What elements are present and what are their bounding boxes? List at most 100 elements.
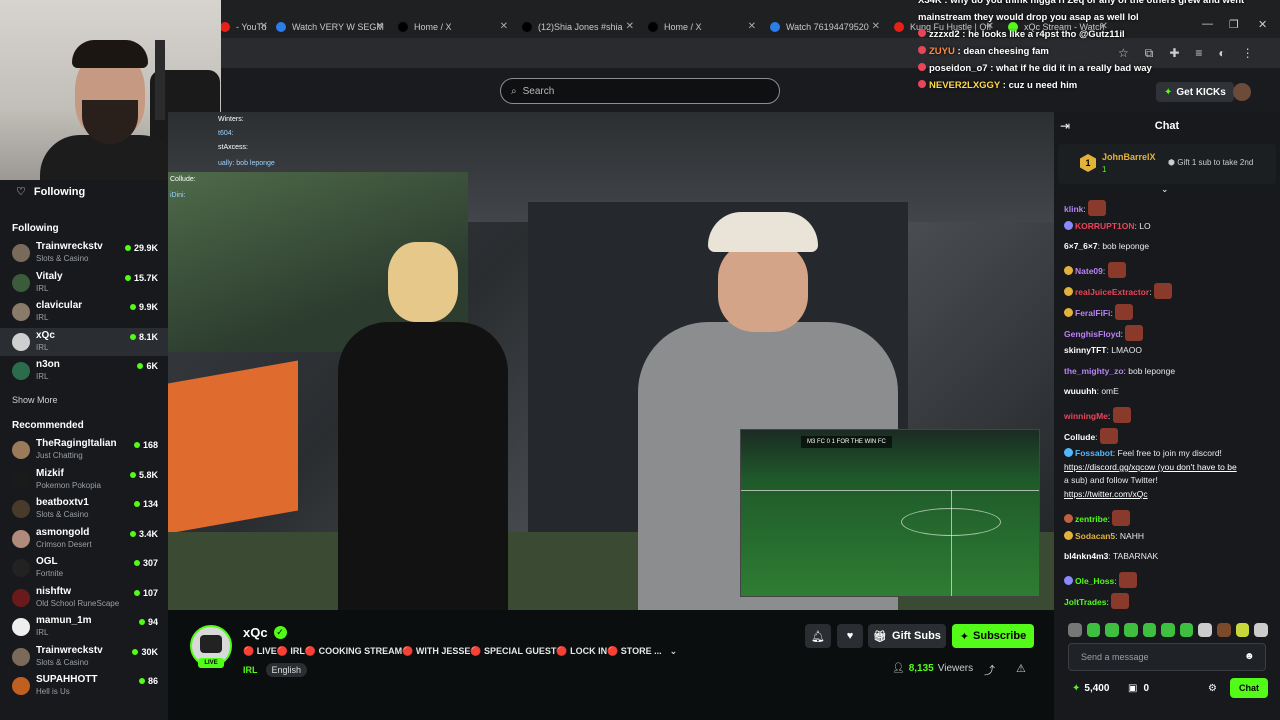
channel-name: Trainwreckstv xyxy=(36,241,103,252)
sidebar-channel-item[interactable]: Trainwreckstv Slots & Casino 29.9K xyxy=(0,239,168,267)
emoji-icon[interactable]: ☻ xyxy=(1244,651,1255,662)
following-header[interactable]: ♡ Following xyxy=(16,185,85,199)
browser-tab[interactable]: - YouTu ✕ xyxy=(220,16,268,38)
channel-name[interactable]: xQc xyxy=(243,625,268,640)
subscribe-button[interactable]: ✦ Subscribe xyxy=(952,624,1034,648)
emote-icon[interactable] xyxy=(1105,623,1119,637)
expand-pinned-icon[interactable]: ⌄ xyxy=(1161,184,1169,195)
emote-icon[interactable] xyxy=(1068,623,1082,637)
media-control-icon[interactable]: ≡ xyxy=(1195,46,1202,61)
emote-icon[interactable] xyxy=(1198,623,1213,637)
gift-icon: 🎁︎ xyxy=(873,630,888,643)
stream-category[interactable]: IRL xyxy=(243,665,258,675)
emote-icon[interactable] xyxy=(1217,623,1231,637)
chat-link[interactable]: https://twitter.com/xQc xyxy=(1064,489,1148,499)
extension-icon[interactable]: ⧉ xyxy=(1145,46,1154,61)
sidebar-channel-item[interactable]: clavicular IRL 9.9K xyxy=(0,298,168,326)
sidebar-channel-item[interactable]: Trainwreckstv Slots & Casino 30K xyxy=(0,643,168,671)
emote-icon[interactable] xyxy=(1123,623,1138,637)
close-window-icon[interactable]: ✕ xyxy=(1258,18,1267,31)
send-chat-button[interactable]: Chat xyxy=(1230,678,1268,698)
search-input[interactable]: ⌕ Search xyxy=(500,78,780,104)
bookmark-star-icon[interactable]: ☆ xyxy=(1118,46,1129,61)
person-left-head xyxy=(388,242,458,322)
chat-username[interactable]: skinnyTFT xyxy=(1064,345,1107,355)
extensions-puzzle-icon[interactable]: ✚ xyxy=(1169,46,1179,61)
channel-name: nishftw xyxy=(36,585,71,597)
chat-username[interactable]: wuuuhh xyxy=(1064,386,1097,396)
sidebar-channel-item[interactable]: nishftw Old School RuneScape 107 xyxy=(0,584,168,612)
gift-subs-button[interactable]: 🎁︎ Gift Subs xyxy=(868,624,946,648)
sidebar-channel-item[interactable]: Vitaly IRL 15.7K xyxy=(0,269,168,297)
chat-username[interactable]: zentribe xyxy=(1075,514,1108,524)
sidebar-channel-item[interactable]: Mizkif Pokemon Pokopia 5.8K xyxy=(0,466,168,494)
emote-icon[interactable] xyxy=(1161,623,1175,637)
emote-icon[interactable] xyxy=(1179,623,1194,637)
viewer-count: 3.4K xyxy=(129,529,158,539)
emote-icon[interactable] xyxy=(1142,623,1157,637)
user-avatar[interactable] xyxy=(1233,83,1251,101)
sidebar-channel-item[interactable]: TheRagingItalian Just Chatting 168 xyxy=(0,436,168,464)
close-tab-icon[interactable]: ✕ xyxy=(626,21,634,32)
live-dot-icon xyxy=(124,245,131,251)
chat-username[interactable]: Collude xyxy=(1064,432,1095,442)
chat-username[interactable]: winningMe xyxy=(1064,411,1108,421)
browser-tab[interactable]: (12)Shia Jones #shia ✕ xyxy=(522,16,634,38)
chat-username[interactable]: Ole_Hoss xyxy=(1075,576,1114,586)
emote-icon[interactable] xyxy=(1254,623,1269,637)
sidebar-channel-item[interactable]: n3on IRL 6K xyxy=(0,357,168,385)
close-tab-icon[interactable]: ✕ xyxy=(872,21,880,32)
kicks-balance[interactable]: ✦ 5,400 xyxy=(1072,683,1109,694)
minimize-icon[interactable]: — xyxy=(1202,18,1213,30)
close-tab-icon[interactable]: ✕ xyxy=(260,21,268,32)
chat-username[interactable]: realJuiceExtractor xyxy=(1075,287,1149,297)
close-tab-icon[interactable]: ✕ xyxy=(376,21,384,32)
viewer-count: 168 xyxy=(133,440,158,450)
chat-username[interactable]: JoltTrades xyxy=(1064,597,1107,607)
show-more-link[interactable]: Show More xyxy=(12,395,58,405)
profile-icon[interactable]: ◐ xyxy=(1218,46,1225,61)
sidebar-channel-item[interactable]: SUPAHHOTT Hell is Us 86 xyxy=(0,672,168,700)
sidebar-channel-item[interactable]: beatboxtv1 Slots & Casino 134 xyxy=(0,495,168,523)
browser-tab[interactable]: Watch 76194479520 ✕ xyxy=(770,16,880,38)
chevron-down-icon[interactable]: ⌄ xyxy=(670,646,678,657)
chat-username[interactable]: Nate09 xyxy=(1075,266,1103,276)
browser-tab[interactable]: Home / X ✕ xyxy=(398,16,508,38)
chat-input[interactable]: Send a message xyxy=(1068,643,1266,671)
chat-username[interactable]: the_mighty_zo xyxy=(1064,366,1124,376)
chat-username[interactable]: 6×7_6×7 xyxy=(1064,241,1098,251)
sidebar-channel-item[interactable]: OGL Fortnite 307 xyxy=(0,554,168,582)
sidebar-channel-item[interactable]: mamun_1m IRL 94 xyxy=(0,613,168,641)
chat-link[interactable]: https://discord.gg/xqcow (you don't have… xyxy=(1064,462,1237,472)
notification-bell-button[interactable]: 🔔︎ xyxy=(805,624,831,648)
browser-tab[interactable]: Home / X ✕ xyxy=(648,16,756,38)
chat-username[interactable]: KORRUPT1ON xyxy=(1075,221,1135,231)
share-icon[interactable]: ⤴ xyxy=(984,662,995,678)
browser-menu-icon[interactable]: ⋮ xyxy=(1242,46,1254,61)
chat-username[interactable]: bl4nkn4m3 xyxy=(1064,551,1108,561)
chat-username[interactable]: Fossabot xyxy=(1075,448,1113,458)
close-tab-icon[interactable]: ✕ xyxy=(748,21,756,32)
settings-gear-icon[interactable]: ⚙ xyxy=(1208,683,1217,694)
close-tab-icon[interactable]: ✕ xyxy=(500,21,508,32)
chat-username[interactable]: Sodacan5 xyxy=(1075,531,1115,541)
report-warning-icon[interactable]: ⚠ xyxy=(1016,662,1026,675)
chat-username[interactable]: GenghisFloyd xyxy=(1064,329,1121,339)
follow-heart-button[interactable]: ♥ xyxy=(837,624,863,648)
emote-icon[interactable] xyxy=(1086,623,1101,637)
browser-tab[interactable]: Watch VERY W SEGM ✕ xyxy=(276,16,384,38)
chat-username[interactable]: FeralFiFi xyxy=(1075,308,1110,318)
gifter-name[interactable]: JohnBarrelX xyxy=(1102,152,1156,162)
x-icon xyxy=(648,22,658,32)
sidebar-channel-item[interactable]: xQc IRL 8.1K xyxy=(0,327,168,356)
emote-icon[interactable] xyxy=(1235,623,1250,637)
gift-prompt[interactable]: ⬢ Gift 1 sub to take 2nd xyxy=(1168,158,1253,167)
channel-category: Slots & Casino xyxy=(36,510,89,519)
maximize-icon[interactable]: ❐ xyxy=(1229,18,1239,31)
chat-username[interactable]: klink xyxy=(1064,204,1083,214)
channel-avatar xyxy=(12,441,30,459)
get-kicks-button[interactable]: ✦ Get KICKs xyxy=(1156,82,1234,102)
sidebar-channel-item[interactable]: asmongold Crimson Desert 3.4K xyxy=(0,525,168,553)
gift-balance[interactable]: ▣ 0 xyxy=(1128,683,1149,694)
stream-language[interactable]: English xyxy=(265,663,308,677)
